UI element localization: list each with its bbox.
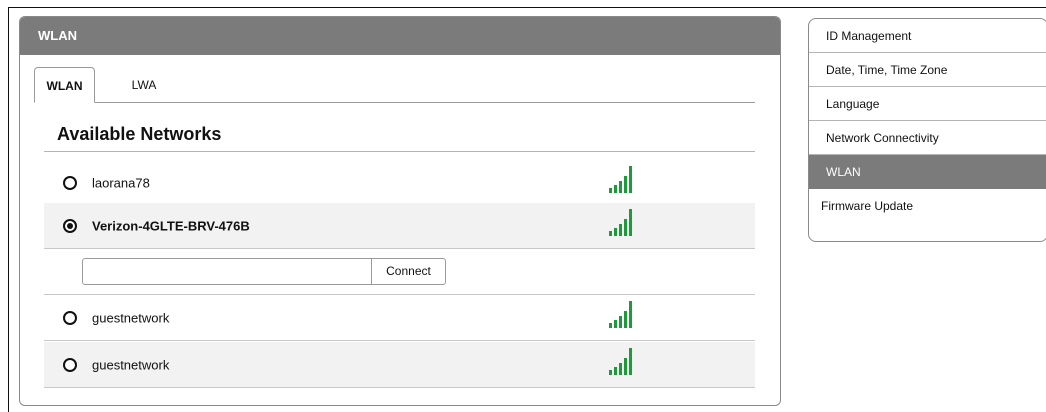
network-row[interactable]: guestnetwork bbox=[44, 295, 755, 341]
network-row[interactable]: laorana78 bbox=[44, 160, 755, 206]
section-divider bbox=[44, 151, 755, 152]
network-ssid: guestnetwork bbox=[92, 310, 170, 325]
panel-title: WLAN bbox=[20, 17, 780, 55]
menu-item-firmware-update[interactable]: Firmware Update bbox=[809, 189, 1046, 223]
network-radio[interactable] bbox=[63, 175, 77, 190]
tab-lwa[interactable]: LWA bbox=[124, 67, 164, 103]
connect-button[interactable]: Connect bbox=[371, 258, 446, 285]
network-radio-selected[interactable] bbox=[63, 218, 77, 233]
network-ssid: laorana78 bbox=[92, 175, 150, 190]
menu-item-wlan[interactable]: WLAN bbox=[809, 155, 1046, 189]
wlan-panel: WLAN WLAN LWA Available Networks laorana… bbox=[19, 16, 781, 406]
tab-wlan[interactable]: WLAN bbox=[34, 67, 95, 103]
window-frame-left bbox=[8, 7, 9, 412]
network-ssid: guestnetwork bbox=[92, 357, 170, 372]
menu-item-id-management[interactable]: ID Management bbox=[809, 19, 1046, 53]
signal-strength-icon bbox=[609, 163, 641, 193]
connect-row: Connect bbox=[44, 249, 755, 295]
section-title: Available Networks bbox=[57, 124, 222, 144]
network-row[interactable]: guestnetwork bbox=[44, 342, 755, 388]
signal-strength-icon bbox=[609, 206, 641, 236]
tab-divider bbox=[34, 102, 755, 103]
window-frame-top bbox=[8, 7, 1046, 8]
signal-strength-icon bbox=[609, 345, 641, 375]
network-ssid: Verizon-4GLTE-BRV-476B bbox=[92, 218, 250, 233]
password-input[interactable] bbox=[82, 258, 372, 285]
menu-item-language[interactable]: Language bbox=[809, 87, 1046, 121]
signal-strength-icon bbox=[609, 298, 641, 328]
menu-item-network-connectivity[interactable]: Network Connectivity bbox=[809, 121, 1046, 155]
settings-menu: ID Management Date, Time, Time Zone Lang… bbox=[808, 18, 1046, 242]
network-radio[interactable] bbox=[63, 357, 77, 372]
network-row-selected[interactable]: Verizon-4GLTE-BRV-476B bbox=[44, 203, 755, 249]
network-radio[interactable] bbox=[63, 310, 77, 325]
menu-item-date-time[interactable]: Date, Time, Time Zone bbox=[809, 53, 1046, 87]
